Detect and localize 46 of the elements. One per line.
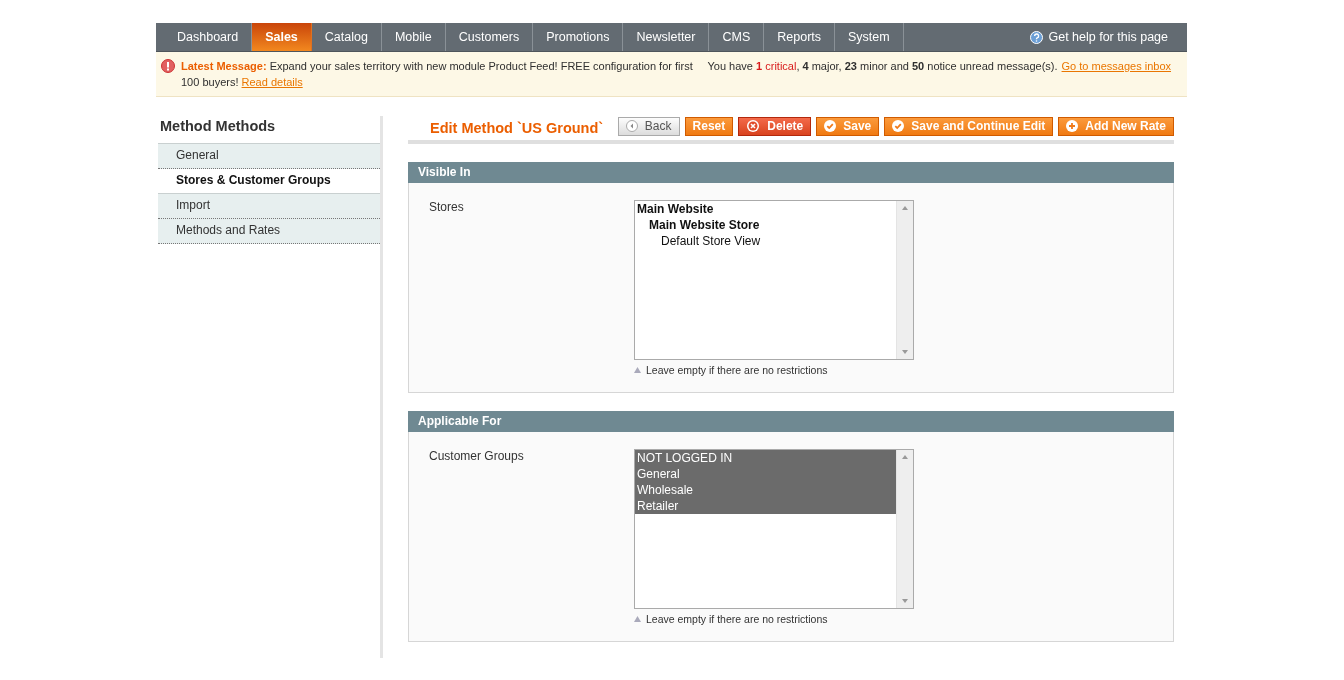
latest-message: Latest Message: Expand your sales territory with new module Product Feed! FREE configuration for first 100 buyers! Read details [181,59,694,90]
multiselect-list[interactable]: Main Website Main Website Store Default Store View [634,200,914,360]
nav-tab[interactable]: Promotions [533,23,624,51]
scrollbar[interactable] [896,201,913,359]
action-button[interactable]: Back [617,116,680,136]
section-header: Visible In [408,162,1174,183]
help-icon [1030,30,1044,44]
close-icon [746,119,761,133]
action-button[interactable]: Delete [738,116,812,136]
sidebar-tab[interactable]: General [158,143,380,169]
check-icon [892,120,905,132]
page-title: Edit Method `US Ground` [430,120,604,136]
check-icon [824,120,837,132]
section-header: Applicable For [408,411,1174,432]
sidebar-tab[interactable]: Methods and Rates [158,219,380,244]
field-label: Stores [429,200,465,216]
nav-tab[interactable]: Sales [252,23,312,51]
field-label: Customer Groups [429,449,525,465]
nav-tab[interactable]: Catalog [311,23,382,51]
up-triangle-icon [634,367,641,373]
list-option[interactable]: NOT LOGGED IN [635,450,896,466]
list-option[interactable]: Main Website [635,201,896,217]
list-option[interactable]: Default Store View [635,233,896,249]
field-hint: Leave empty if there are no restrictions [646,364,828,376]
messages-inbox-link[interactable]: Go to messages inbox [1061,58,1171,74]
scrollbar[interactable] [896,450,913,608]
list-option[interactable]: Retailer [635,498,896,514]
unread-messages-notice: You have 1 critical, 4 major, 23 minor and 50 notice unread message(s). [707,59,1058,74]
sidebar-tab[interactable]: Import [158,194,380,219]
multiselect-list[interactable]: NOT LOGGED IN General Wholesale Retailer [634,449,914,609]
read-details-link[interactable]: Read details [241,76,303,88]
sidebar-title: Method Methods [160,118,277,134]
field-hint: Leave empty if there are no restrictions [646,613,828,625]
list-option[interactable]: Main Website Store [635,217,896,233]
nav-tab[interactable]: Mobile [381,23,446,51]
list-option[interactable]: Wholesale [635,482,896,498]
plus-icon [1066,120,1079,132]
nav-tab[interactable]: System [835,23,904,51]
help-link[interactable]: Get help for this page [1048,30,1168,44]
nav-tab[interactable]: Reports [764,23,836,51]
nav-tab[interactable]: Newsletter [623,23,710,51]
nav-tab[interactable]: CMS [709,23,765,51]
nav-tab[interactable]: Customers [445,23,534,51]
alert-icon [161,59,175,73]
up-triangle-icon [634,616,641,622]
list-option[interactable]: General [635,466,896,482]
